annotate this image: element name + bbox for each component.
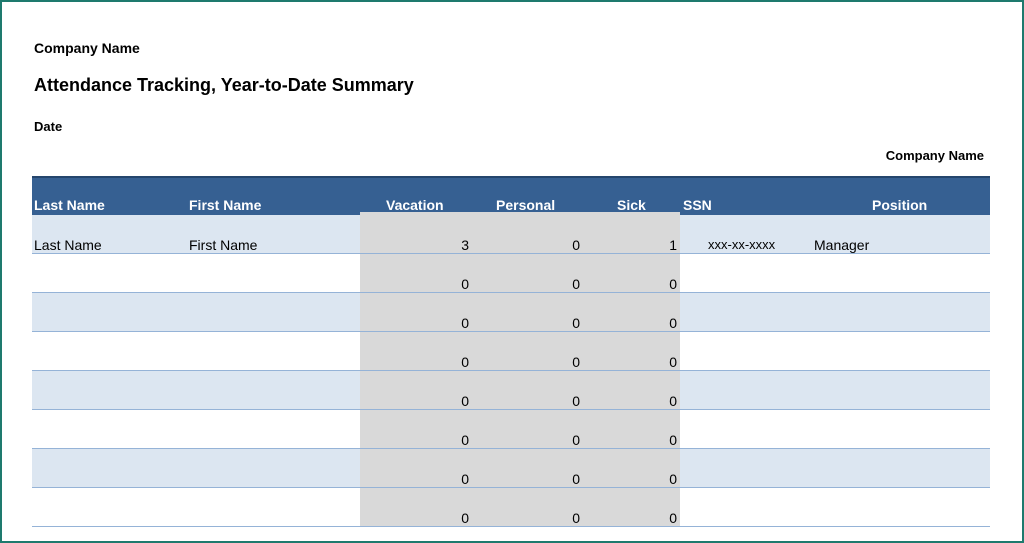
cell-personal[interactable]: 0 <box>469 393 580 409</box>
company-name: Company Name <box>34 40 140 56</box>
cell-personal[interactable]: 0 <box>469 354 580 370</box>
cell-position[interactable]: Manager <box>814 237 869 253</box>
table-row[interactable]: 000 <box>32 410 990 449</box>
header-last-name[interactable]: Last Name <box>34 197 105 213</box>
cell-vacation[interactable]: 0 <box>360 471 469 487</box>
cell-personal[interactable]: 0 <box>469 432 580 448</box>
header-ssn[interactable]: SSN <box>683 197 712 213</box>
cell-first-name[interactable]: First Name <box>189 237 257 253</box>
table-row[interactable]: 000 <box>32 254 990 293</box>
cell-personal[interactable]: 0 <box>469 276 580 292</box>
cell-sick[interactable]: 0 <box>580 510 677 526</box>
table-row[interactable]: 000 <box>32 293 990 332</box>
cell-vacation[interactable]: 0 <box>360 432 469 448</box>
cell-vacation[interactable]: 3 <box>360 237 469 253</box>
cell-sick[interactable]: 0 <box>580 471 677 487</box>
cell-personal[interactable]: 0 <box>469 471 580 487</box>
date-label: Date <box>34 119 63 134</box>
cell-vacation[interactable]: 0 <box>360 315 469 331</box>
header-position[interactable]: Position <box>872 197 927 213</box>
table-row[interactable]: 000 <box>32 449 990 488</box>
cell-sick[interactable]: 1 <box>580 237 677 253</box>
header-sick[interactable]: Sick <box>617 197 646 213</box>
table-row[interactable]: 000 <box>32 332 990 371</box>
cell-personal[interactable]: 0 <box>469 315 580 331</box>
cell-sick[interactable]: 0 <box>580 432 677 448</box>
header-first-name[interactable]: First Name <box>189 197 261 213</box>
spreadsheet-page: Company Name Attendance Tracking, Year-t… <box>0 0 1024 543</box>
cell-vacation[interactable]: 0 <box>360 393 469 409</box>
cell-sick[interactable]: 0 <box>580 315 677 331</box>
report-title: Attendance Tracking, Year-to-Date Summar… <box>34 75 414 95</box>
cell-vacation[interactable]: 0 <box>360 354 469 370</box>
table-header-row: Last Name First Name Vacation Personal S… <box>32 176 990 215</box>
cell-sick[interactable]: 0 <box>580 393 677 409</box>
table-row[interactable]: Last Name First Name 3 0 1 xxx-xx-xxxx Manager <box>32 215 990 254</box>
table-row[interactable]: 000 <box>32 488 990 527</box>
cell-last-name[interactable]: Last Name <box>34 237 102 253</box>
cell-personal[interactable]: 0 <box>469 510 580 526</box>
attendance-table: Last Name First Name Vacation Personal S… <box>32 176 990 541</box>
cell-personal[interactable]: 0 <box>469 237 580 253</box>
header-personal[interactable]: Personal <box>496 197 555 213</box>
table-row[interactable]: 000 <box>32 371 990 410</box>
cell-vacation[interactable]: 0 <box>360 276 469 292</box>
company-name-right: Company Name <box>885 148 984 163</box>
cell-sick[interactable]: 0 <box>580 276 677 292</box>
cell-ssn[interactable]: xxx-xx-xxxx <box>708 237 775 253</box>
header-vacation[interactable]: Vacation <box>386 197 444 213</box>
cell-sick[interactable]: 0 <box>580 354 677 370</box>
cell-vacation[interactable]: 0 <box>360 510 469 526</box>
